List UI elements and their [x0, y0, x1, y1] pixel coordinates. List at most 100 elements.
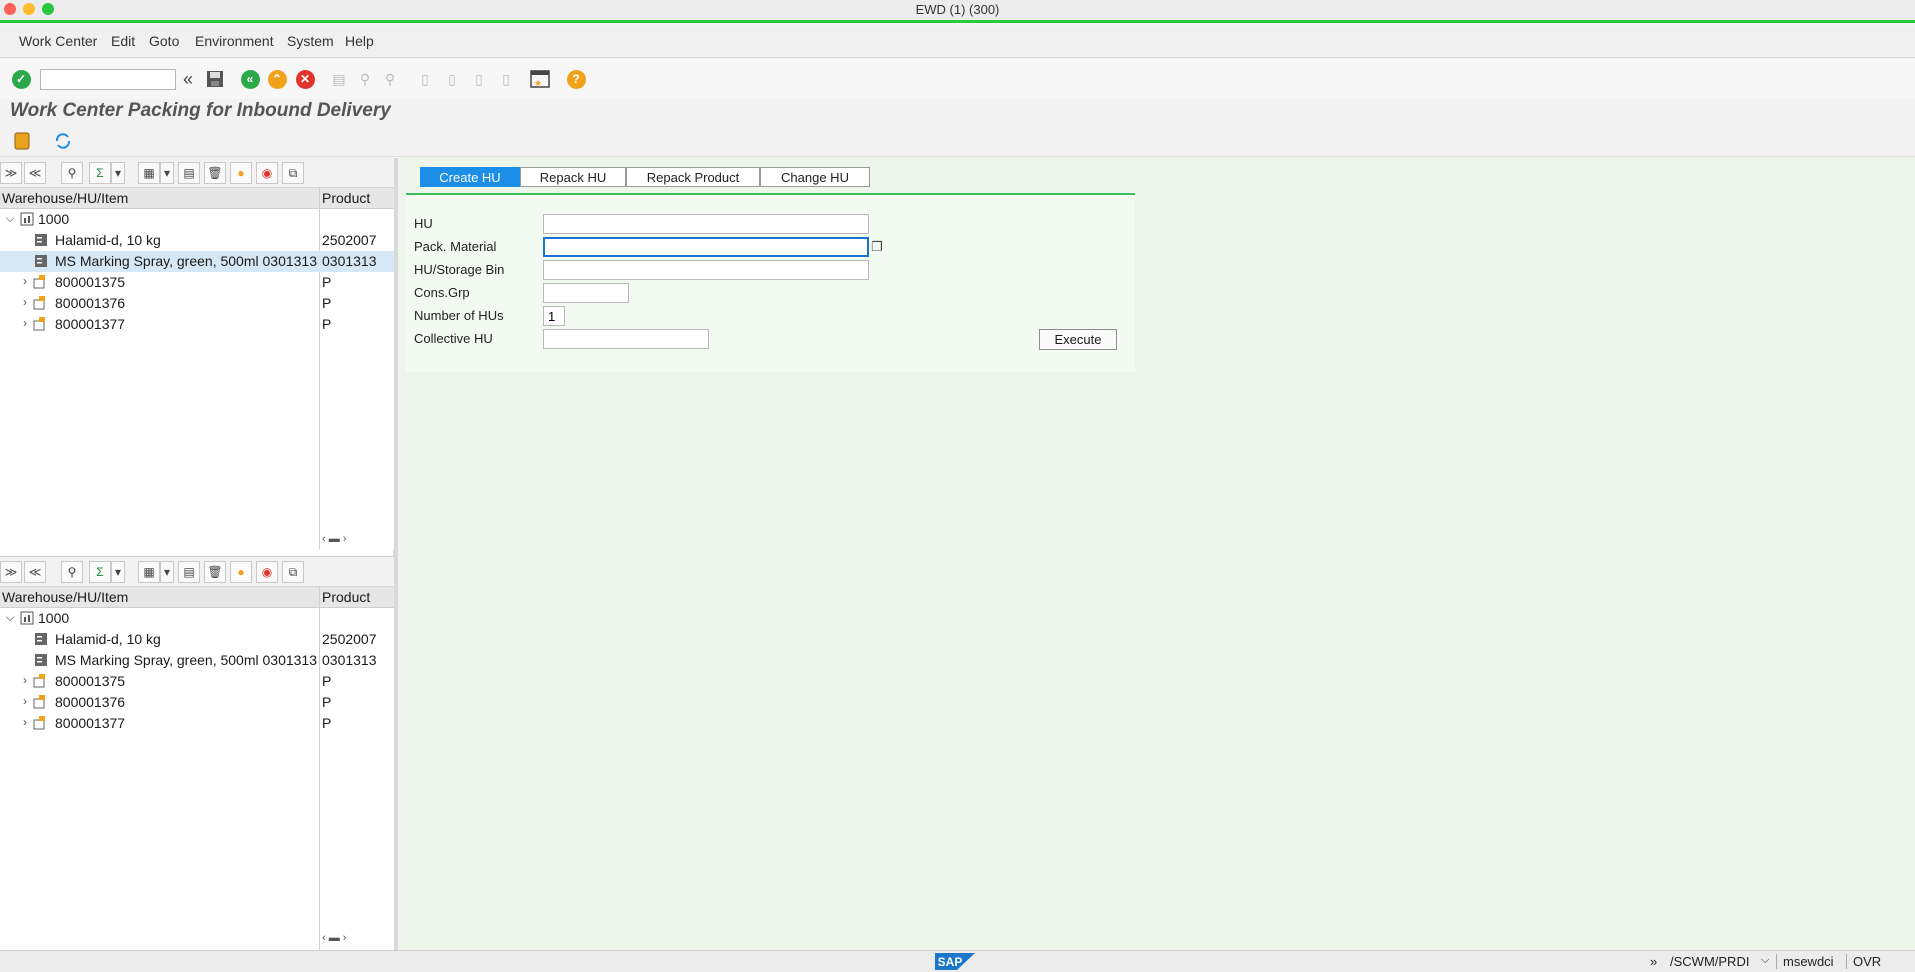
tab-create-hu[interactable]: Create HU — [420, 167, 520, 187]
tree-row-item-selected[interactable]: MS Marking Spray, green, 500ml 0301313 0… — [0, 251, 394, 272]
tree-row-product: 0301313 — [322, 253, 377, 269]
tree-row-product: P — [322, 715, 332, 731]
delete-icon[interactable]: 🗑 — [204, 561, 226, 583]
collapse-command-icon[interactable]: « — [178, 69, 198, 89]
status-dropdown-icon[interactable]: ⌵ — [1761, 954, 1769, 967]
status-expand-icon[interactable]: » — [1650, 954, 1657, 969]
collective-hu-label: Collective HU — [414, 331, 493, 346]
help-icon[interactable]: ? — [566, 69, 586, 89]
horizontal-scrollbar[interactable]: ‹ ▬ › — [322, 533, 392, 547]
unpack-icon[interactable]: ⧉ — [282, 162, 304, 184]
col-product[interactable]: Product — [322, 190, 370, 206]
last-page-icon[interactable]: ▯ — [496, 69, 516, 89]
unpack-icon[interactable]: ⧉ — [282, 561, 304, 583]
tree-top-header: Warehouse/HU/Item Product — [0, 188, 394, 209]
next-page-icon[interactable]: ▯ — [469, 69, 489, 89]
expand-all-icon[interactable]: ≫ — [0, 561, 22, 583]
tree-row-hu[interactable]: › 800001376 P — [0, 692, 394, 713]
tree-row-item[interactable]: MS Marking Spray, green, 500ml 0301313 0… — [0, 650, 394, 671]
tree-row-item[interactable]: Halamid-d, 10 kg 2502007 — [0, 230, 394, 251]
tab-change-hu[interactable]: Change HU — [760, 167, 870, 187]
horizontal-scrollbar[interactable]: ‹ ▬ › — [322, 932, 392, 946]
exit-icon[interactable]: ⌃ — [267, 69, 287, 89]
product-icon — [34, 254, 48, 268]
tree-row-hu[interactable]: › 800001375 P — [0, 671, 394, 692]
layout-icon[interactable]: ▦ — [138, 162, 160, 184]
tree-row-product: P — [322, 673, 332, 689]
menu-help[interactable]: Help — [345, 33, 374, 49]
close-hu-icon[interactable]: ◉ — [256, 162, 278, 184]
menu-system[interactable]: System — [287, 33, 334, 49]
tree-row-product: P — [322, 316, 332, 332]
print-icon[interactable]: ▤ — [329, 69, 349, 89]
confirm-check-icon[interactable]: ✓ — [11, 69, 31, 89]
warehouse-icon — [20, 611, 34, 625]
col-warehouse-hu-item[interactable]: Warehouse/HU/Item — [2, 589, 128, 605]
info-icon[interactable]: ● — [230, 162, 252, 184]
expand-node-icon[interactable]: › — [19, 274, 31, 288]
command-field[interactable] — [40, 69, 176, 90]
sum-icon[interactable]: Σ — [89, 162, 111, 184]
expand-node-icon[interactable]: › — [19, 673, 31, 687]
execute-button[interactable]: Execute — [1039, 329, 1117, 350]
expand-node-icon[interactable]: › — [19, 295, 31, 309]
value-help-icon[interactable]: ❐ — [869, 238, 885, 256]
menu-environment[interactable]: Environment — [195, 33, 274, 49]
tree-row-label: Halamid-d, 10 kg — [55, 631, 161, 647]
number-of-hus-input[interactable] — [543, 306, 565, 326]
cancel-icon[interactable]: ✕ — [295, 69, 315, 89]
info-icon[interactable]: ● — [230, 561, 252, 583]
menu-goto[interactable]: Goto — [149, 33, 179, 49]
tree-row-hu[interactable]: › 800001377 P — [0, 314, 394, 335]
tree-row-hu[interactable]: › 800001377 P — [0, 713, 394, 734]
collapse-node-icon[interactable]: ⌵ — [4, 211, 16, 226]
notebook-icon[interactable] — [12, 131, 32, 151]
first-page-icon[interactable]: ▯ — [415, 69, 435, 89]
sum-icon[interactable]: Σ — [89, 561, 111, 583]
back-icon[interactable]: « — [240, 69, 260, 89]
tree-row-warehouse[interactable]: ⌵ 1000 — [0, 209, 394, 230]
tab-repack-product[interactable]: Repack Product — [626, 167, 760, 187]
delete-icon[interactable]: 🗑 — [204, 162, 226, 184]
expand-all-icon[interactable]: ≫ — [0, 162, 22, 184]
previous-page-icon[interactable]: ▯ — [442, 69, 462, 89]
new-session-icon[interactable]: ★ — [530, 69, 550, 89]
collective-hu-input[interactable] — [543, 329, 709, 349]
save-icon[interactable] — [205, 69, 225, 89]
menu-edit[interactable]: Edit — [111, 33, 135, 49]
hu-input[interactable] — [543, 214, 869, 234]
expand-node-icon[interactable]: › — [19, 715, 31, 729]
hu-storage-bin-input[interactable] — [543, 260, 869, 280]
collapse-node-icon[interactable]: ⌵ — [4, 610, 16, 625]
sum-dropdown-icon[interactable]: ▾ — [111, 561, 125, 583]
sum-dropdown-icon[interactable]: ▾ — [111, 162, 125, 184]
layout-dropdown-icon[interactable]: ▾ — [160, 561, 174, 583]
expand-node-icon[interactable]: › — [19, 694, 31, 708]
menu-work-center[interactable]: Work Center — [19, 33, 97, 49]
tree-row-warehouse[interactable]: ⌵ 1000 — [0, 608, 394, 629]
tree-row-hu[interactable]: › 800001376 P — [0, 293, 394, 314]
layout-dropdown-icon[interactable]: ▾ — [160, 162, 174, 184]
status-mode: OVR — [1846, 954, 1881, 969]
print-icon[interactable]: ▤ — [178, 561, 200, 583]
collapse-all-icon[interactable]: ≪ — [24, 561, 46, 583]
collapse-all-icon[interactable]: ≪ — [24, 162, 46, 184]
find-icon[interactable]: ⚲ — [355, 69, 375, 89]
expand-node-icon[interactable]: › — [19, 316, 31, 330]
tab-repack-hu[interactable]: Repack HU — [520, 167, 626, 187]
close-hu-icon[interactable]: ◉ — [256, 561, 278, 583]
col-warehouse-hu-item[interactable]: Warehouse/HU/Item — [2, 190, 128, 206]
layout-icon[interactable]: ▦ — [138, 561, 160, 583]
refresh-icon[interactable] — [53, 131, 73, 151]
print-icon[interactable]: ▤ — [178, 162, 200, 184]
tree-row-product: 2502007 — [322, 232, 377, 248]
col-product[interactable]: Product — [322, 589, 370, 605]
find-icon[interactable]: ⚲ — [61, 561, 83, 583]
tree-row-item[interactable]: Halamid-d, 10 kg 2502007 — [0, 629, 394, 650]
cons-grp-input[interactable] — [543, 283, 629, 303]
pack-material-input[interactable] — [543, 237, 869, 257]
find-icon[interactable]: ⚲ — [61, 162, 83, 184]
tree-row-hu[interactable]: › 800001375 P — [0, 272, 394, 293]
tree-row-label: 1000 — [38, 610, 70, 626]
find-next-icon[interactable]: ⚲ — [380, 69, 400, 89]
